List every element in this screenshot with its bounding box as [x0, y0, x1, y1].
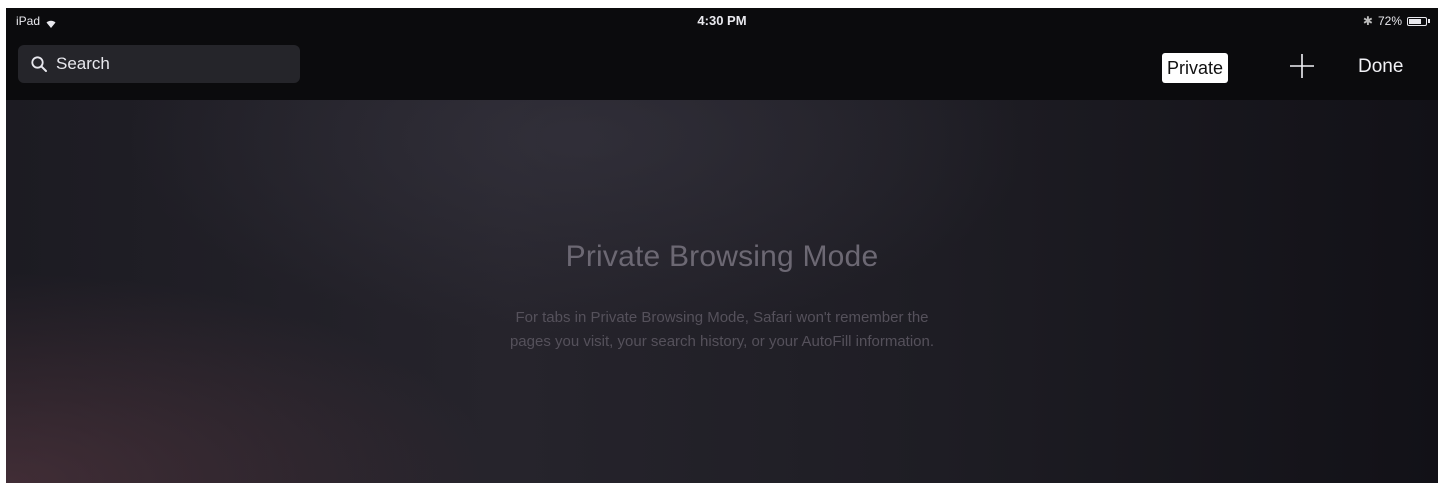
battery-icon [1407, 16, 1427, 26]
battery-nub [1428, 19, 1430, 23]
private-browsing-message: For tabs in Private Browsing Mode, Safar… [6, 306, 1438, 354]
bluetooth-icon: ✱ [1362, 14, 1373, 28]
status-right: ✱ 72% [1363, 14, 1430, 28]
battery-percent: 72% [1377, 14, 1402, 28]
search-input[interactable] [56, 54, 286, 74]
private-button[interactable]: Private [1162, 53, 1229, 83]
safari-tab-overview: iPad 4:30 PM ✱ 72% Search Private Done P… [6, 8, 1438, 483]
plus-icon [1290, 54, 1314, 78]
battery-fill [1409, 18, 1421, 24]
search-icon [30, 55, 48, 73]
done-button[interactable]: Done [1358, 54, 1403, 80]
message-line-1: For tabs in Private Browsing Mode, Safar… [515, 309, 929, 326]
add-tab-button[interactable] [1286, 50, 1318, 82]
private-browsing-content: Private Browsing Mode For tabs in Privat… [6, 100, 1438, 483]
status-bar: iPad 4:30 PM ✱ 72% [6, 8, 1438, 38]
tab-overview-toolbar: Private Done [6, 38, 1438, 100]
search-field[interactable] [18, 45, 300, 83]
status-time: 4:30 PM [697, 13, 747, 28]
page-title: Private Browsing Mode [565, 240, 879, 273]
message-line-2: pages you visit, your search history, or… [509, 333, 935, 350]
